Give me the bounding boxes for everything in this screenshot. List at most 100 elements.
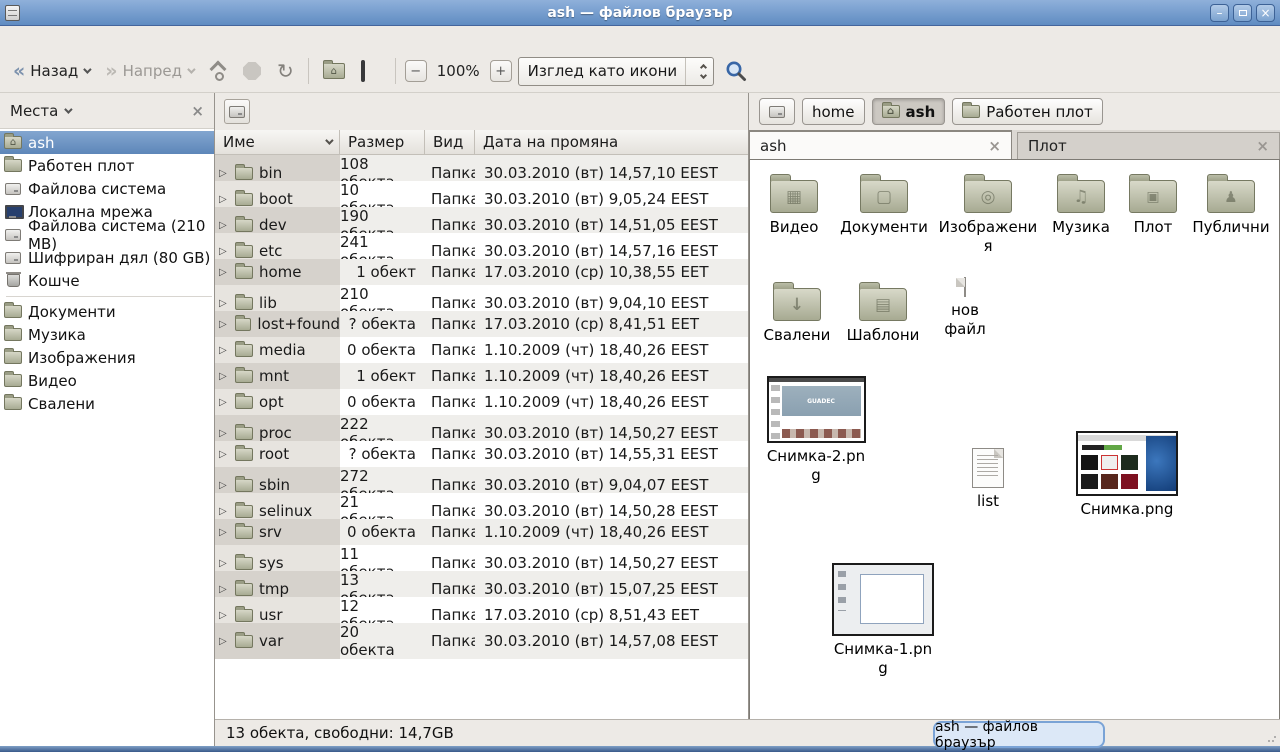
path-home-button[interactable]: home: [802, 98, 865, 125]
expander-icon[interactable]: [219, 319, 229, 330]
folder-item[interactable]: Видео: [758, 170, 830, 237]
table-row[interactable]: tmp 13 обекта Папка 30.03.2010 (вт) 15,0…: [215, 571, 748, 597]
table-row[interactable]: sys 11 обекта Папка 30.03.2010 (вт) 14,5…: [215, 545, 748, 571]
table-row[interactable]: mnt 1 обект Папка 1.10.2009 (чт) 18,40,2…: [215, 363, 748, 389]
folder-item[interactable]: Плот: [1124, 170, 1182, 237]
expander-icon[interactable]: [219, 168, 229, 179]
table-row[interactable]: proc 222 обекта Папка 30.03.2010 (вт) 14…: [215, 415, 748, 441]
table-row[interactable]: dev 190 обекта Папка 30.03.2010 (вт) 14,…: [215, 207, 748, 233]
path-desktop-button[interactable]: Работен плот: [952, 98, 1103, 125]
menu-item[interactable]: [6, 36, 28, 40]
back-dropdown-icon[interactable]: [83, 65, 91, 73]
menu-item[interactable]: [50, 36, 72, 40]
sidebar-item[interactable]: Шифриран дял (80 GB): [0, 246, 214, 269]
table-row[interactable]: home 1 обект Папка 17.03.2010 (ср) 10,38…: [215, 259, 748, 285]
expander-icon[interactable]: [219, 584, 229, 595]
table-row[interactable]: boot 10 обекта Папка 30.03.2010 (вт) 9,0…: [215, 181, 748, 207]
close-button[interactable]: ×: [1256, 4, 1275, 22]
forward-dropdown-icon[interactable]: [187, 65, 195, 73]
expander-icon[interactable]: [219, 397, 229, 408]
sidebar-item[interactable]: Изображения: [0, 346, 214, 369]
menu-item[interactable]: [94, 36, 116, 40]
table-row[interactable]: opt 0 обекта Папка 1.10.2009 (чт) 18,40,…: [215, 389, 748, 415]
sidebar-item[interactable]: Видео: [0, 369, 214, 392]
sidebar-item[interactable]: Кошче: [0, 269, 214, 292]
filesystem-root-button[interactable]: [224, 99, 250, 124]
search-icon[interactable]: [724, 59, 748, 83]
expander-icon[interactable]: [219, 267, 229, 278]
reload-button[interactable]: ↻: [272, 58, 299, 84]
maximize-button[interactable]: [1233, 4, 1252, 22]
table-row[interactable]: lost+found ? обекта Папка 17.03.2010 (ср…: [215, 311, 748, 337]
table-row[interactable]: root ? обекта Папка 30.03.2010 (вт) 14,5…: [215, 441, 748, 467]
expander-icon[interactable]: [219, 246, 229, 257]
column-header-date[interactable]: Дата на промяна: [475, 130, 748, 154]
file-item-list[interactable]: list: [938, 445, 1038, 511]
table-row[interactable]: bin 108 обекта Папка 30.03.2010 (вт) 14,…: [215, 155, 748, 181]
table-row[interactable]: media 0 обекта Папка 1.10.2009 (чт) 18,4…: [215, 337, 748, 363]
tab-plot[interactable]: Плот: [1017, 132, 1280, 159]
zoom-out-button[interactable]: −: [405, 60, 427, 82]
sidebar-close-icon[interactable]: [191, 102, 204, 120]
sidebar-item[interactable]: Файлова система: [0, 177, 214, 200]
path-root-button[interactable]: [759, 98, 795, 125]
expander-icon[interactable]: [219, 506, 229, 517]
sidebar-dropdown-icon[interactable]: [65, 105, 73, 113]
file-item-shot2[interactable]: GUADEC Снимка-2.png: [766, 376, 866, 485]
expander-icon[interactable]: [219, 194, 229, 205]
folder-item[interactable]: Музика: [1044, 170, 1118, 237]
sidebar-item[interactable]: Музика: [0, 323, 214, 346]
table-row[interactable]: var 20 обекта Папка 30.03.2010 (вт) 14,5…: [215, 623, 748, 649]
expander-icon[interactable]: [219, 610, 229, 621]
tab-ash[interactable]: ash: [749, 130, 1012, 159]
column-header-name[interactable]: Име: [215, 130, 340, 154]
view-mode-select[interactable]: Изглед като икони: [518, 57, 715, 86]
folder-item[interactable]: Публични: [1188, 170, 1274, 237]
table-row[interactable]: selinux 21 обекта Папка 30.03.2010 (вт) …: [215, 493, 748, 519]
expander-icon[interactable]: [219, 298, 229, 309]
table-row[interactable]: usr 12 обекта Папка 17.03.2010 (ср) 8,51…: [215, 597, 748, 623]
up-button[interactable]: [204, 57, 232, 85]
titlebar[interactable]: ash — файлов браузър – ×: [0, 0, 1280, 26]
sidebar-item[interactable]: Файлова система (210 MB): [0, 223, 214, 246]
folder-item[interactable]: Шаблони: [842, 278, 924, 345]
minimize-button[interactable]: –: [1210, 4, 1229, 22]
folder-item[interactable]: Свалени: [758, 278, 836, 345]
table-row[interactable]: etc 241 обекта Папка 30.03.2010 (вт) 14,…: [215, 233, 748, 259]
expander-icon[interactable]: [219, 636, 229, 647]
back-button[interactable]: « Назад: [8, 58, 94, 84]
home-button[interactable]: ⌂: [318, 59, 350, 83]
column-header-type[interactable]: Вид: [425, 130, 475, 154]
path-current-button[interactable]: ⌂ ash: [872, 98, 946, 125]
expander-icon[interactable]: [219, 558, 229, 569]
expander-icon[interactable]: [219, 220, 229, 231]
table-row[interactable]: lib 210 обекта Папка 30.03.2010 (вт) 9,0…: [215, 285, 748, 311]
menu-item[interactable]: [72, 36, 94, 40]
file-item-shot[interactable]: Снимка.png: [1077, 431, 1177, 519]
folder-item[interactable]: Документи: [836, 170, 932, 237]
expander-icon[interactable]: [219, 371, 229, 382]
table-row[interactable]: srv 0 обекта Папка 1.10.2009 (чт) 18,40,…: [215, 519, 748, 545]
folder-item[interactable]: нов файл: [930, 278, 1000, 339]
sidebar-item[interactable]: [0, 292, 214, 300]
folder-item[interactable]: Изображения: [938, 170, 1038, 256]
tab-close-icon[interactable]: [1256, 137, 1269, 155]
expander-icon[interactable]: [219, 428, 229, 439]
expander-icon[interactable]: [219, 527, 229, 538]
sidebar-item[interactable]: Документи: [0, 300, 214, 323]
computer-button[interactable]: [356, 58, 386, 84]
icon-view-canvas[interactable]: Видео Документи Изображения: [749, 159, 1280, 719]
expander-icon[interactable]: [219, 345, 229, 356]
forward-button[interactable]: » Напред: [100, 58, 198, 84]
sidebar-item[interactable]: Свалени: [0, 392, 214, 415]
sidebar-title[interactable]: Места: [10, 102, 58, 120]
stop-button[interactable]: [238, 58, 266, 84]
column-header-size[interactable]: Размер: [340, 130, 425, 154]
zoom-in-button[interactable]: +: [490, 60, 512, 82]
expander-icon[interactable]: [219, 480, 229, 491]
table-row[interactable]: sbin 272 обекта Папка 30.03.2010 (вт) 9,…: [215, 467, 748, 493]
sidebar-item[interactable]: Работен плот: [0, 154, 214, 177]
menu-item[interactable]: [116, 36, 138, 40]
expander-icon[interactable]: [219, 449, 229, 460]
sidebar-item[interactable]: ⌂ ash: [0, 131, 214, 154]
